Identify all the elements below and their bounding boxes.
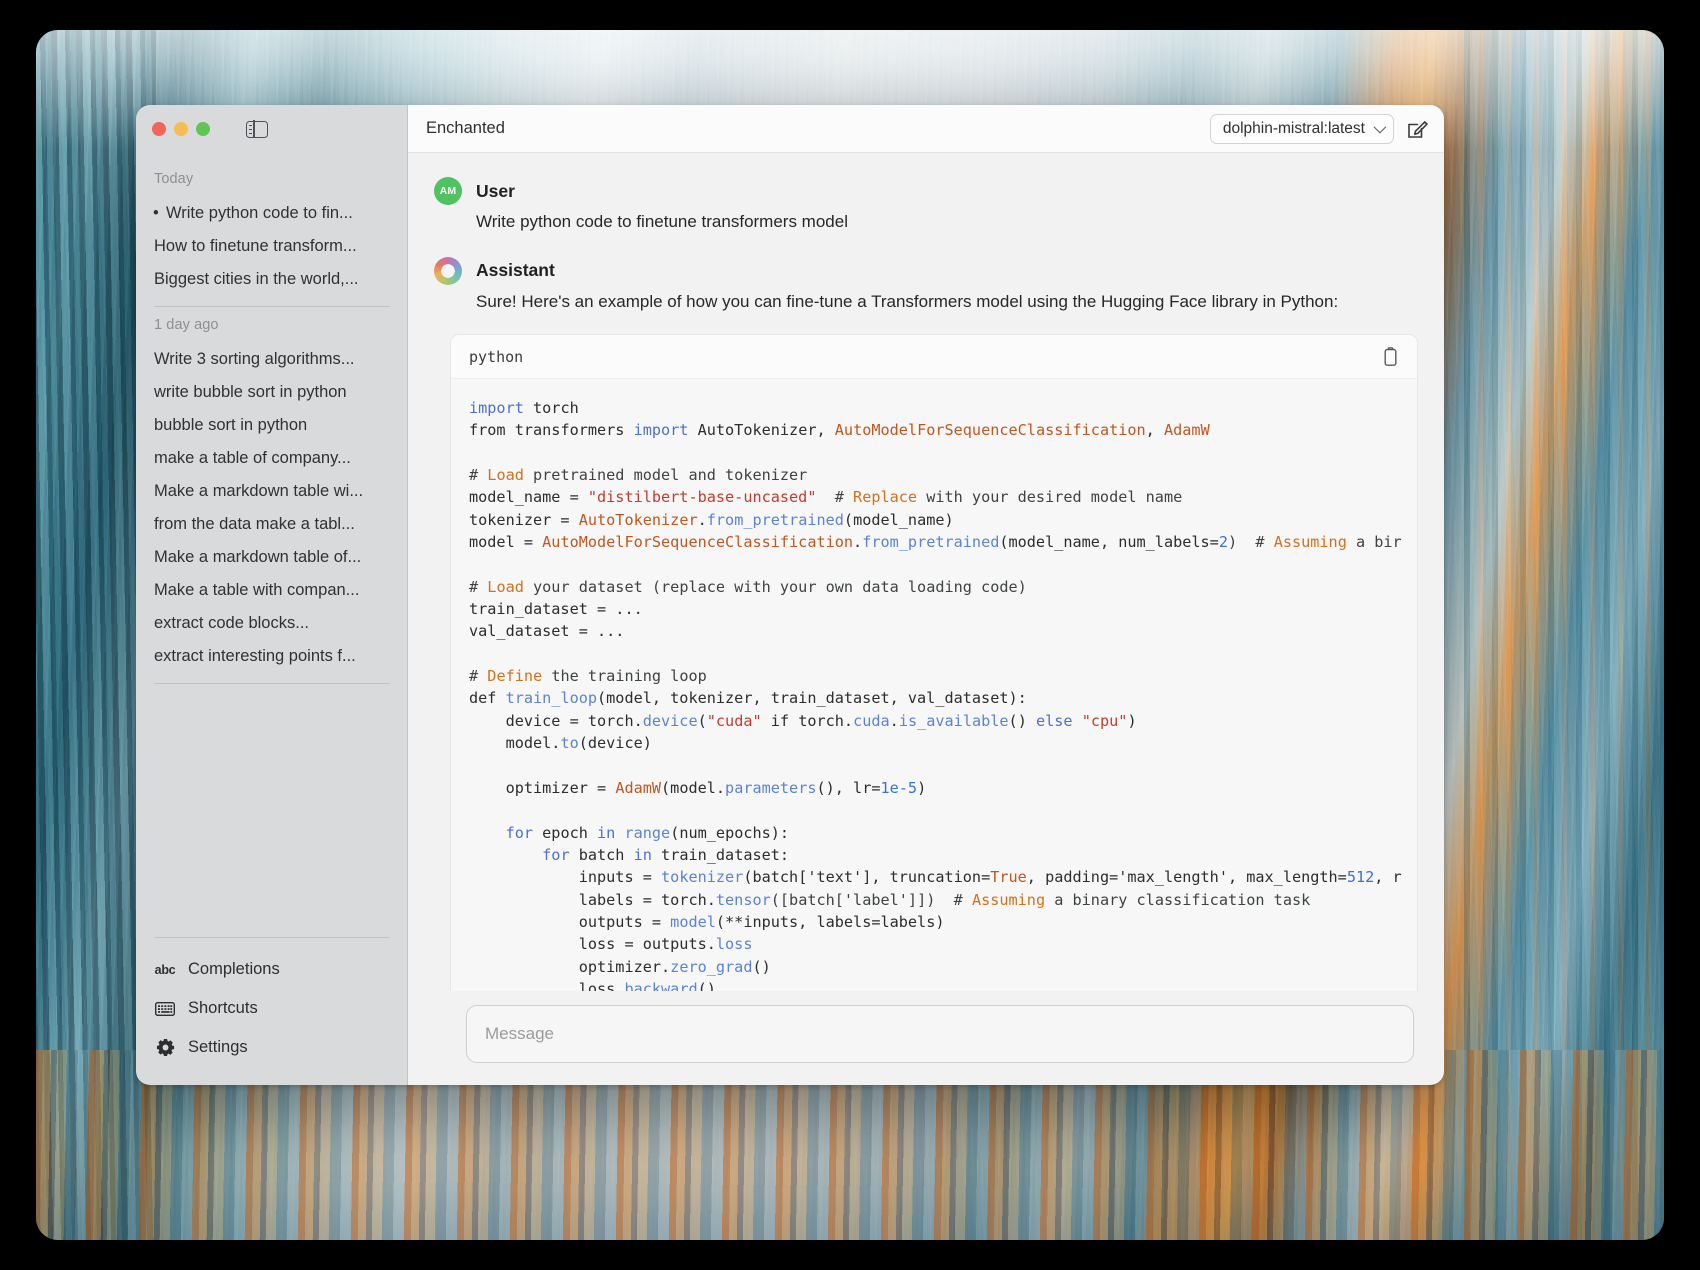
code-line: # Load your dataset (replace with your o… (469, 577, 1027, 596)
abc-icon: abc (154, 962, 176, 977)
list-item[interactable]: Make a table with compan... (136, 574, 408, 607)
model-selector-value: dolphin-mistral:latest (1222, 119, 1365, 137)
code-line: for batch in train_dataset: (542, 845, 790, 864)
list-item[interactable]: extract code blocks... (136, 607, 408, 640)
list-item[interactable]: How to finetune transform... (136, 230, 408, 263)
list-item[interactable]: Make a markdown table of... (136, 541, 408, 574)
code-line: labels = torch.tensor([batch['label']]) … (469, 890, 1311, 909)
message-assistant: Assistant Sure! Here's an example of how… (408, 256, 1444, 991)
sidebar-item-shortcuts[interactable]: Shortcuts (136, 989, 408, 1028)
sidebar-footer: abc Completions Shortcuts Settings (136, 940, 408, 1085)
titlebar: Enchanted dolphin-mistral:latest (408, 105, 1444, 153)
main-pane: Enchanted dolphin-mistral:latest AM User… (408, 105, 1444, 1085)
code-line: for epoch in range(num_epochs): (505, 823, 790, 842)
code-line: inputs = tokenizer(batch['text'], trunca… (469, 868, 1402, 887)
list-item[interactable]: write bubble sort in python (136, 376, 408, 409)
code-line: optimizer.zero_grad() (469, 957, 771, 976)
sidebar: Today Write python code to fin... How to… (136, 105, 408, 1085)
list-item[interactable]: bubble sort in python (136, 409, 408, 442)
code-line: import torch (469, 399, 579, 417)
list-item[interactable]: Make a markdown table wi... (136, 475, 408, 508)
keyboard-icon (154, 1001, 176, 1016)
code-line: loss = outputs.loss (469, 935, 753, 954)
code-line: val_dataset = ... (469, 622, 625, 641)
model-selector[interactable]: dolphin-mistral:latest (1209, 113, 1394, 144)
list-item[interactable]: Biggest cities in the world,... (136, 263, 408, 296)
gear-icon (154, 1038, 176, 1057)
message-header: Assistant (434, 256, 1418, 285)
chat-history-list: Today Write python code to fin... How to… (136, 153, 408, 686)
code-line: outputs = model(**inputs, labels=labels) (469, 912, 945, 931)
sidebar-item-settings[interactable]: Settings (136, 1028, 408, 1067)
window-controls (136, 105, 408, 153)
divider (154, 306, 390, 307)
code-block: python import torch from transformers imp… (450, 334, 1418, 991)
new-chat-button[interactable] (1404, 116, 1430, 142)
group-header-today: Today (154, 171, 194, 187)
list-item[interactable]: make a table of company... (136, 442, 408, 475)
message-header: AM User (434, 177, 1418, 205)
list-item[interactable]: extract interesting points f... (136, 640, 408, 673)
avatar: AM (434, 177, 462, 205)
code-line: device = torch.device("cuda" if torch.cu… (469, 711, 1137, 730)
code-line: model_name = "distilbert-base-uncased" #… (469, 488, 1183, 507)
code-line: # Load pretrained model and tokenizer (469, 466, 808, 485)
code-line: model = AutoModelForSequenceClassificati… (469, 533, 1402, 552)
chevron-down-icon (1373, 120, 1387, 134)
sidebar-item-completions[interactable]: abc Completions (136, 950, 408, 989)
message-thread: AM User Write python code to finetune tr… (408, 153, 1444, 991)
sidebar-item-label: Completions (188, 960, 280, 978)
message-input[interactable]: Message (466, 1005, 1414, 1063)
sidebar-item-label: Settings (188, 1038, 248, 1056)
message-role: Assistant (476, 260, 555, 280)
code-block-header: python (451, 335, 1417, 379)
code-line: tokenizer = AutoTokenizer.from_pretraine… (469, 510, 954, 529)
close-button[interactable] (152, 122, 166, 136)
message-text: Write python code to finetune transforme… (476, 212, 848, 231)
divider (154, 937, 390, 938)
code-content: import torch from transformers import Aut… (451, 379, 1417, 991)
code-line: from transformers import AutoTokenizer, … (469, 421, 1210, 440)
list-item[interactable]: from the data make a tabl... (136, 508, 408, 541)
message-user: AM User Write python code to finetune tr… (408, 177, 1444, 235)
code-line: train_dataset = ... (469, 600, 643, 619)
list-item[interactable]: Write 3 sorting algorithms... (136, 343, 408, 376)
code-line: # Define the training loop (469, 667, 707, 686)
sidebar-item-label: Shortcuts (188, 999, 258, 1017)
app-window: Today Write python code to fin... How to… (136, 105, 1444, 1085)
divider (154, 683, 390, 684)
list-item[interactable]: Write python code to fin... (136, 197, 408, 230)
code-language-label: python (469, 347, 524, 366)
group-header-one-day-ago: 1 day ago (154, 317, 219, 333)
message-role: User (476, 180, 515, 201)
sidebar-toggle-icon[interactable] (246, 119, 268, 139)
composer: Message (408, 991, 1444, 1085)
message-text: Sure! Here's an example of how you can f… (476, 291, 1339, 311)
maximize-button[interactable] (196, 122, 210, 136)
code-line: loss.backward() (469, 979, 716, 991)
code-line: model.to(device) (469, 734, 652, 753)
message-input-placeholder: Message (485, 1024, 554, 1043)
minimize-button[interactable] (174, 122, 188, 136)
page-title: Enchanted (426, 119, 505, 137)
code-line: def train_loop(model, tokenizer, train_d… (469, 689, 1027, 708)
avatar (434, 256, 462, 285)
clipboard-icon[interactable] (1379, 345, 1401, 369)
code-line: optimizer = AdamW(model.parameters(), lr… (469, 778, 927, 797)
